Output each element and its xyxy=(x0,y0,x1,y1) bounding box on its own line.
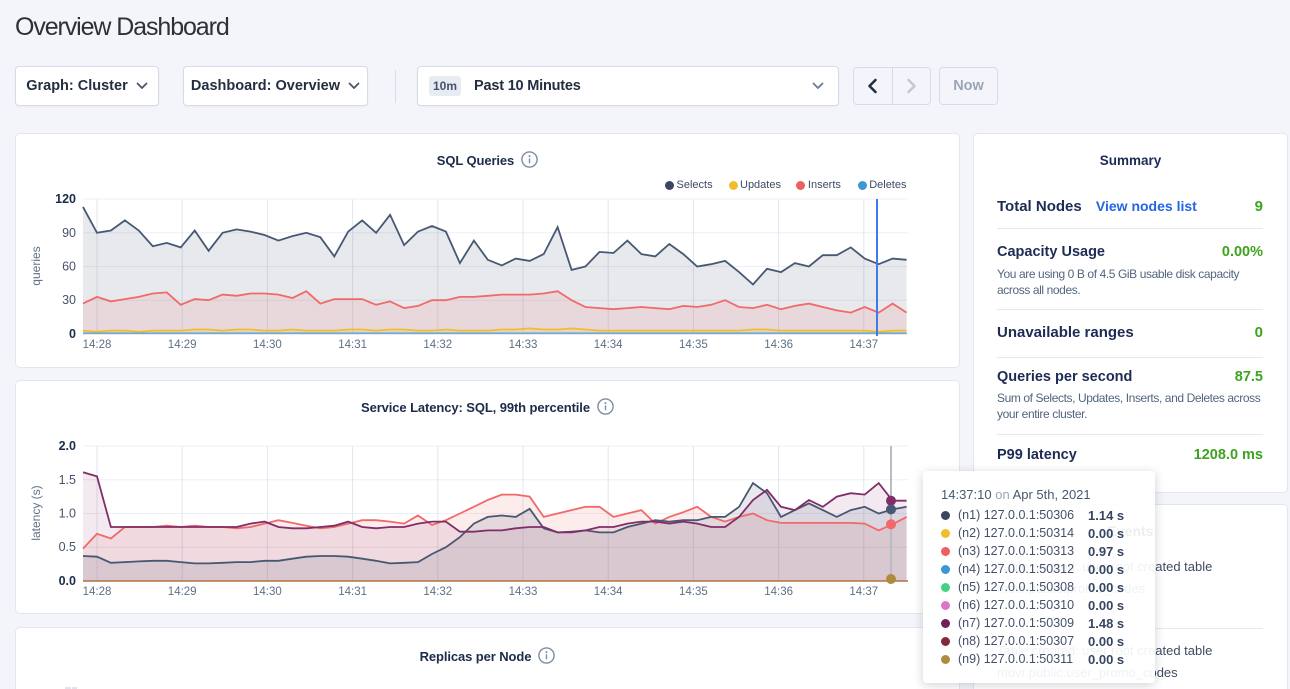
svg-text:2.0: 2.0 xyxy=(59,439,76,453)
svg-text:14:33: 14:33 xyxy=(509,586,538,598)
svg-text:30: 30 xyxy=(62,293,76,307)
svg-text:14:36: 14:36 xyxy=(764,586,793,598)
svg-text:14:35: 14:35 xyxy=(679,586,708,598)
svg-text:14:28: 14:28 xyxy=(83,339,112,351)
svg-text:14:37: 14:37 xyxy=(849,339,878,351)
svg-text:0.0: 0.0 xyxy=(59,574,76,588)
svg-text:1.0: 1.0 xyxy=(59,507,76,521)
svg-text:14:33: 14:33 xyxy=(509,339,538,351)
svg-text:60: 60 xyxy=(62,260,76,274)
svg-text:0.5: 0.5 xyxy=(59,540,76,554)
svg-text:14:32: 14:32 xyxy=(423,586,452,598)
svg-text:14:29: 14:29 xyxy=(168,339,197,351)
svg-text:14:31: 14:31 xyxy=(338,586,367,598)
svg-text:14:31: 14:31 xyxy=(338,339,367,351)
svg-text:latency (s): latency (s) xyxy=(29,485,43,540)
svg-text:14:36: 14:36 xyxy=(764,339,793,351)
svg-text:14:37: 14:37 xyxy=(849,586,878,598)
svg-text:14:35: 14:35 xyxy=(679,339,708,351)
svg-text:14:28: 14:28 xyxy=(83,586,112,598)
svg-text:14:30: 14:30 xyxy=(253,339,282,351)
svg-text:14:34: 14:34 xyxy=(594,339,623,351)
svg-text:14:29: 14:29 xyxy=(168,586,197,598)
svg-text:90: 90 xyxy=(62,226,76,240)
svg-text:14:30: 14:30 xyxy=(253,586,282,598)
svg-text:14:32: 14:32 xyxy=(423,339,452,351)
svg-text:14:34: 14:34 xyxy=(594,586,623,598)
svg-text:0: 0 xyxy=(69,327,76,341)
svg-text:queries: queries xyxy=(29,246,43,285)
svg-text:1.5: 1.5 xyxy=(59,473,76,487)
svg-text:120: 120 xyxy=(55,192,76,206)
